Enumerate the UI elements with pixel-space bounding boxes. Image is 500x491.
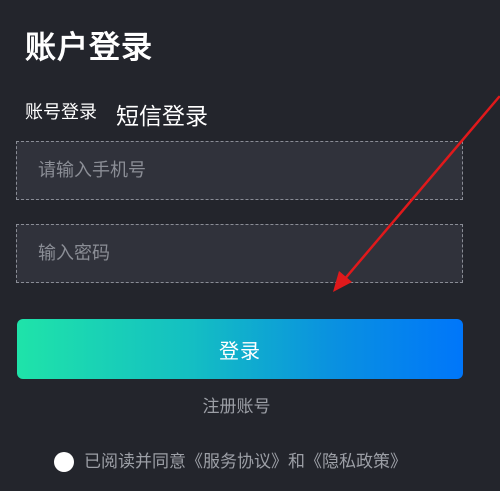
password-input[interactable] bbox=[17, 225, 462, 282]
agreement-text: 已阅读并同意《服务协议》和《隐私政策》 bbox=[84, 452, 407, 472]
phone-field-container bbox=[16, 141, 463, 200]
agreement-radio[interactable] bbox=[54, 452, 74, 472]
tab-sms-login[interactable]: 短信登录 bbox=[116, 101, 208, 133]
page-title: 账户登录 bbox=[25, 30, 153, 66]
password-field-container bbox=[16, 224, 463, 283]
phone-input[interactable] bbox=[17, 142, 462, 199]
login-button[interactable]: 登录 bbox=[17, 319, 463, 379]
tab-account-login[interactable]: 账号登录 bbox=[25, 100, 97, 126]
register-link[interactable]: 注册账号 bbox=[0, 394, 473, 420]
agreement-row: 已阅读并同意《服务协议》和《隐私政策》 bbox=[54, 450, 407, 474]
